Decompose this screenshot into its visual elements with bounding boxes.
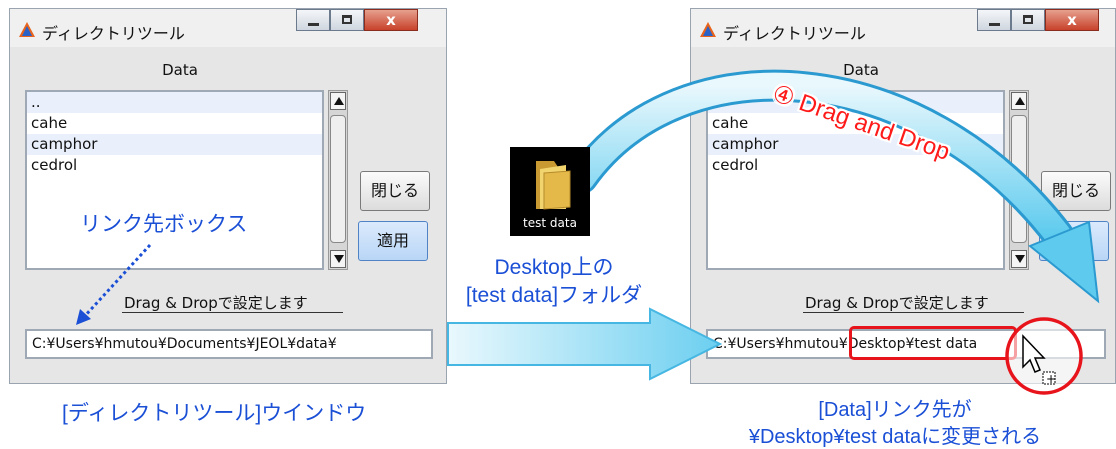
data-label: Data (843, 61, 879, 79)
minimize-icon[interactable] (296, 9, 330, 31)
directory-tool-window-left: ディレクトリツール x Data .. cahe camphor cedrol … (9, 8, 447, 384)
right-caption-line2: ¥Desktop¥test dataに変更される (748, 426, 1042, 448)
maximize-icon[interactable] (330, 9, 364, 31)
drag-drop-hint: Drag & Dropで設定します (124, 294, 308, 312)
arrow-down-icon (1015, 255, 1025, 263)
list-item[interactable]: camphor (708, 134, 1003, 155)
list-item[interactable]: camphor (27, 134, 322, 155)
scroll-thumb[interactable] (1011, 115, 1027, 243)
list-item[interactable]: .. (27, 92, 322, 113)
scroll-down-button[interactable] (330, 250, 346, 268)
apply-button[interactable]: 適用 (358, 221, 428, 261)
app-icon (19, 22, 35, 37)
minimize-icon[interactable] (977, 9, 1011, 31)
close-button[interactable]: 閉じる (1041, 171, 1111, 211)
directory-list[interactable]: .. cahe camphor cedrol (25, 90, 324, 270)
link-box-annotation: リンク先ボックス (80, 213, 248, 236)
list-item[interactable]: cedrol (708, 155, 1003, 176)
folder-caption-line2: [test data]フォルダ (465, 284, 643, 307)
scroll-up-button[interactable] (1011, 92, 1027, 110)
left-caption: [ディレクトリツール]ウインドウ (62, 402, 367, 425)
window-title: ディレクトリツール (42, 24, 185, 43)
window-controls: x (296, 9, 418, 31)
link-path-field[interactable]: C:¥Users¥hmutou¥Documents¥JEOL¥data¥ (25, 329, 433, 359)
apply-button[interactable]: 適用 (1039, 221, 1109, 261)
list-scrollbar[interactable] (328, 90, 348, 270)
folder-caption-line1: Desktop上の (494, 256, 614, 279)
close-button[interactable]: 閉じる (360, 171, 430, 211)
window-controls: x (977, 9, 1099, 31)
app-icon (700, 22, 716, 37)
data-label: Data (162, 61, 198, 79)
list-item[interactable]: cedrol (27, 155, 322, 176)
arrow-up-icon (1015, 97, 1025, 105)
close-glyph: x (386, 11, 396, 29)
hint-underline (122, 312, 343, 313)
block-arrow (447, 307, 723, 381)
hint-underline (803, 312, 1024, 313)
arrow-down-icon (334, 255, 344, 263)
scroll-thumb[interactable] (330, 115, 346, 243)
close-icon[interactable]: x (364, 9, 418, 31)
list-item[interactable]: cahe (27, 113, 322, 134)
test-data-folder[interactable]: test data (510, 147, 590, 236)
window-title: ディレクトリツール (723, 24, 866, 43)
drag-drop-hint: Drag & Dropで設定します (805, 294, 989, 312)
scroll-up-button[interactable] (330, 92, 346, 110)
path-prefix: C:¥Users¥hmutou (713, 336, 839, 352)
right-caption-line1: [Data]リンク先が (818, 399, 972, 421)
close-icon[interactable]: x (1045, 9, 1099, 31)
close-glyph: x (1067, 11, 1077, 29)
arrow-up-icon (334, 97, 344, 105)
path-highlight-box (849, 326, 1017, 360)
folder-icon (536, 161, 571, 210)
maximize-icon[interactable] (1011, 9, 1045, 31)
folder-label: test data (523, 216, 577, 230)
list-scrollbar[interactable] (1009, 90, 1029, 270)
scroll-down-button[interactable] (1011, 250, 1027, 268)
